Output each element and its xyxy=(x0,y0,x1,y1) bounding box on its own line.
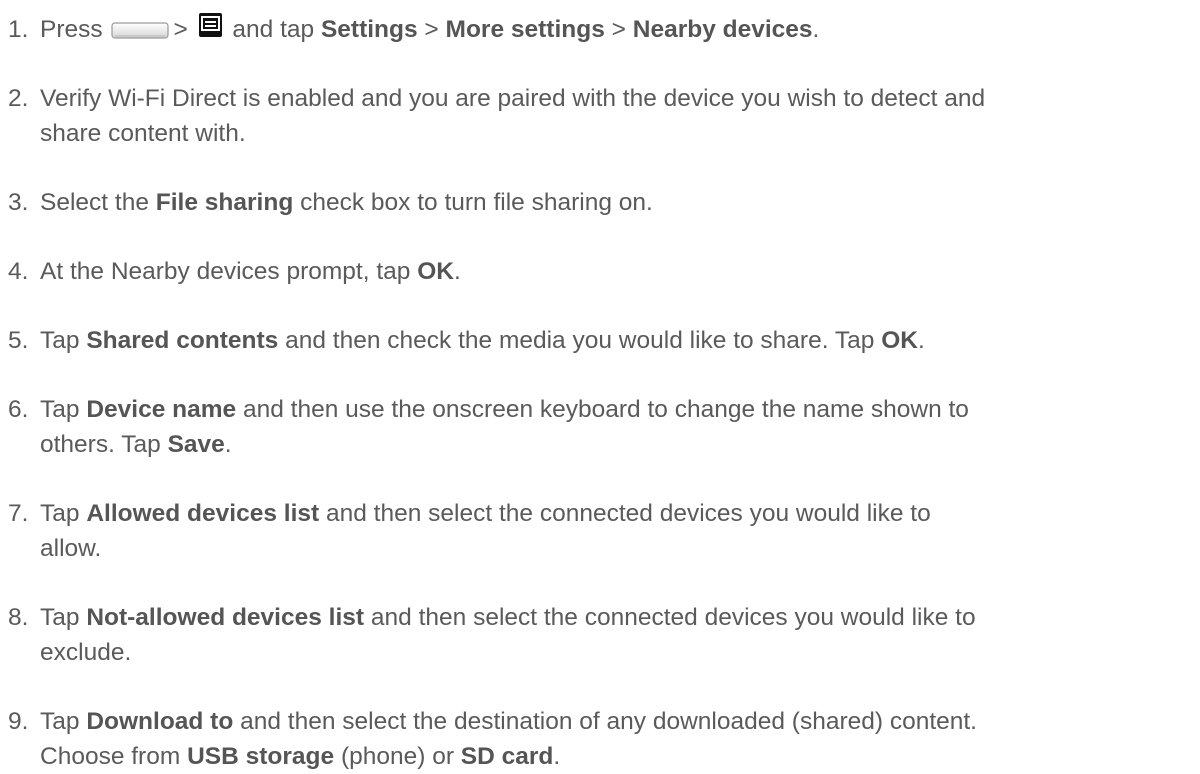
option-ok: OK xyxy=(881,327,918,354)
step-text-segment: . xyxy=(917,327,925,354)
step-text-segment: > xyxy=(611,16,626,43)
step-text-line: Verify Wi-Fi Direct is enabled and you a… xyxy=(40,85,986,112)
menu-path-nearby-devices: Nearby devices xyxy=(632,16,813,43)
step-text: Tap Shared contents and then check the m… xyxy=(40,323,1195,358)
step-text-segment: . xyxy=(224,431,232,458)
step-text: At the Nearby devices prompt, tap OK. xyxy=(40,254,1195,289)
step-number: 6. xyxy=(8,396,29,423)
menu-path-more-settings: More settings xyxy=(445,16,605,43)
option-allowed-devices-list: Allowed devices list xyxy=(86,500,320,527)
step-text-line: Tap Allowed devices list and then select… xyxy=(40,496,1195,531)
option-ok: OK xyxy=(417,258,454,285)
step-number: 8. xyxy=(8,604,29,631)
step-number: 9. xyxy=(8,708,29,735)
menu-path-settings: Settings xyxy=(320,16,418,43)
step-text-line: Choose from USB storage (phone) or SD ca… xyxy=(40,739,1195,774)
step-text-line: others. Tap Save. xyxy=(40,427,1195,462)
step-text: Tap Not-allowed devices list and then se… xyxy=(40,600,1195,670)
step-text-segment: check box to turn file sharing on. xyxy=(300,189,653,216)
step-text-line: share content with. xyxy=(40,120,246,147)
step-text-segment: and then use the onscreen keyboard to ch… xyxy=(242,396,969,423)
option-sd-card: SD card xyxy=(460,743,554,770)
step-number: 4. xyxy=(8,258,29,285)
option-save: Save xyxy=(167,431,225,458)
step-text-segment: and then select the destination of any d… xyxy=(240,708,977,735)
step-text-line: Tap Not-allowed devices list and then se… xyxy=(40,600,1195,635)
step-text-segment: Tap xyxy=(40,708,80,735)
option-not-allowed-devices-list: Not-allowed devices list xyxy=(86,604,365,631)
step-text-segment: and tap xyxy=(232,16,315,43)
option-shared-contents: Shared contents xyxy=(86,327,279,354)
step-number: 5. xyxy=(8,327,29,354)
step-text: Tap Device name and then use the onscree… xyxy=(40,392,1195,462)
step-text-segment: At the Nearby devices prompt, tap xyxy=(40,258,411,285)
step-text-segment: Select the xyxy=(40,189,149,216)
step-text-segment: Tap xyxy=(40,327,80,354)
menu-key-icon xyxy=(198,13,222,37)
instruction-steps: 1. Press > and tap Settings > More setti… xyxy=(0,0,1200,770)
step-number: 1. xyxy=(8,16,29,43)
home-key-icon xyxy=(111,22,170,39)
step-text-segment: . xyxy=(453,258,461,285)
step-text-segment: Tap xyxy=(40,604,80,631)
step-number: 3. xyxy=(8,189,29,216)
step-text-segment: > xyxy=(173,16,188,43)
step-text-segment: and then select the connected devices yo… xyxy=(370,604,976,631)
step-text-segment: and then select the connected devices yo… xyxy=(325,500,931,527)
step-text: Select the File sharing check box to tur… xyxy=(40,185,1195,220)
step-text-line: exclude. xyxy=(40,639,132,666)
step-text-segment: and then check the media you would like … xyxy=(285,327,875,354)
step-text: Press > and tap Settings > More settings… xyxy=(40,12,1195,47)
step-text-line: allow. xyxy=(40,535,102,562)
step-text-line: Tap Download to and then select the dest… xyxy=(40,704,1195,739)
step-text-segment: > xyxy=(424,16,439,43)
step-number: 7. xyxy=(8,500,29,527)
step-text-segment: (phone) or xyxy=(340,743,454,770)
option-usb-storage: USB storage xyxy=(187,743,335,770)
step-text-segment: . xyxy=(553,743,561,770)
step-text-segment: Choose from xyxy=(40,743,181,770)
step-text: Tap Allowed devices list and then select… xyxy=(40,496,1195,566)
option-download-to: Download to xyxy=(86,708,234,735)
option-file-sharing: File sharing xyxy=(155,189,294,216)
step-text-segment: Press xyxy=(40,16,103,43)
step-text-segment: Tap xyxy=(40,396,80,423)
step-text-segment: others. Tap xyxy=(40,431,161,458)
step-text-segment: Tap xyxy=(40,500,80,527)
step-text-segment: . xyxy=(812,16,820,43)
step-text: Tap Download to and then select the dest… xyxy=(40,704,1195,774)
step-text: Verify Wi-Fi Direct is enabled and you a… xyxy=(40,81,1195,151)
step-text-line: Tap Device name and then use the onscree… xyxy=(40,392,1195,427)
option-device-name: Device name xyxy=(86,396,237,423)
step-number: 2. xyxy=(8,85,29,112)
